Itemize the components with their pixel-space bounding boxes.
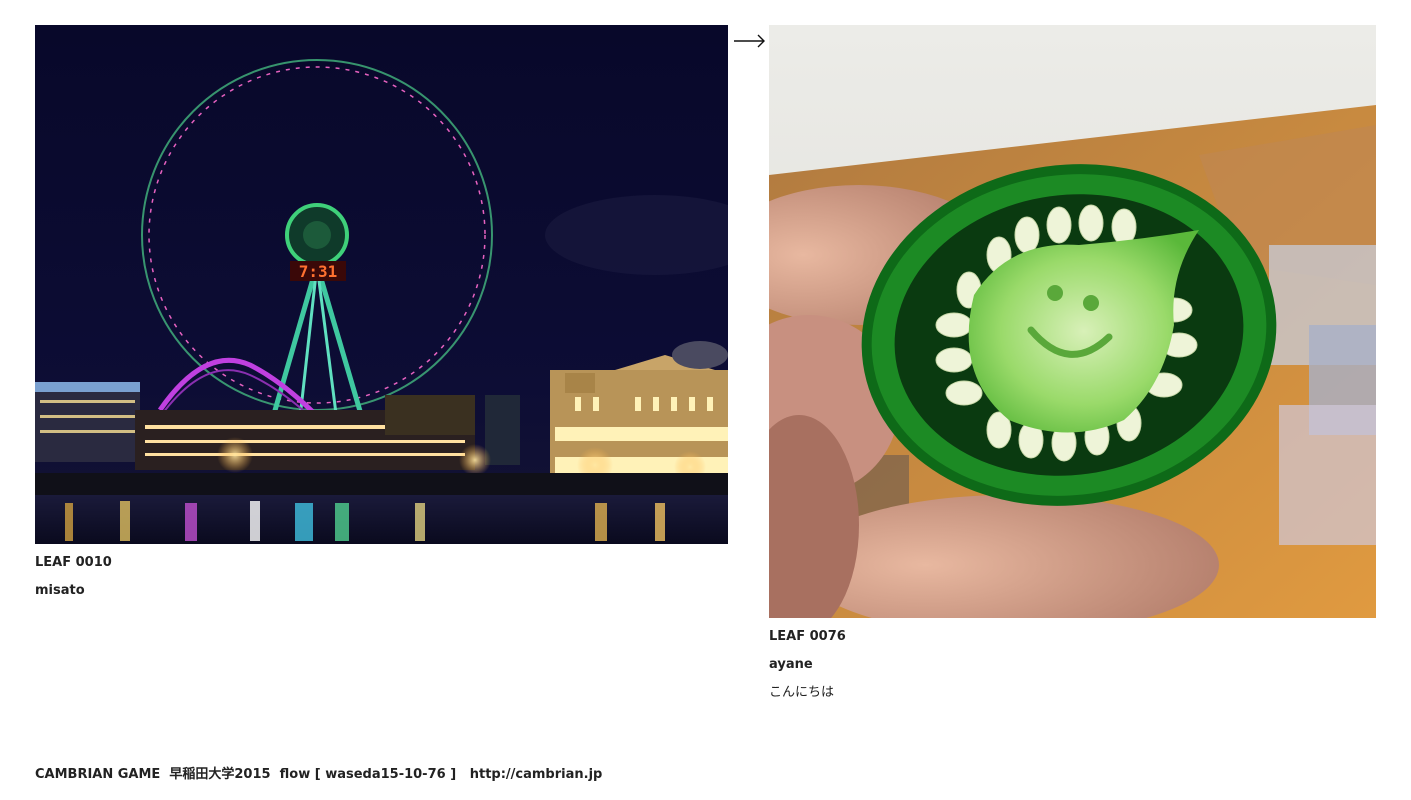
footer-event: 早稲田大学2015: [169, 767, 271, 782]
footer-project: CAMBRIAN GAME: [35, 767, 161, 782]
leaf-author: misato: [35, 583, 85, 598]
footer-flow: flow [ waseda15-10-76 ]: [279, 767, 457, 782]
arrow-right-icon: [734, 34, 765, 48]
ferris-wheel-night-photo: 7:31: [35, 25, 728, 544]
wheel-clock-text: 7:31: [299, 262, 338, 281]
flow-arrow-icon[interactable]: [733, 30, 767, 52]
leaf-photo-green-pepper[interactable]: [769, 25, 1376, 618]
leaf-photo-ferris-wheel[interactable]: 7:31: [35, 25, 728, 544]
leaf-id-label: LEAF 0010: [35, 555, 112, 570]
footer: CAMBRIAN GAME 早稲田大学2015 flow [ waseda15-…: [35, 767, 602, 783]
leaf-id-label: LEAF 0076: [769, 629, 846, 644]
footer-url-link[interactable]: http://cambrian.jp: [470, 767, 603, 782]
leaf-message: こんにちは: [769, 685, 835, 700]
leaf-author: ayane: [769, 657, 813, 672]
green-pepper-smiley-photo: [769, 25, 1376, 618]
